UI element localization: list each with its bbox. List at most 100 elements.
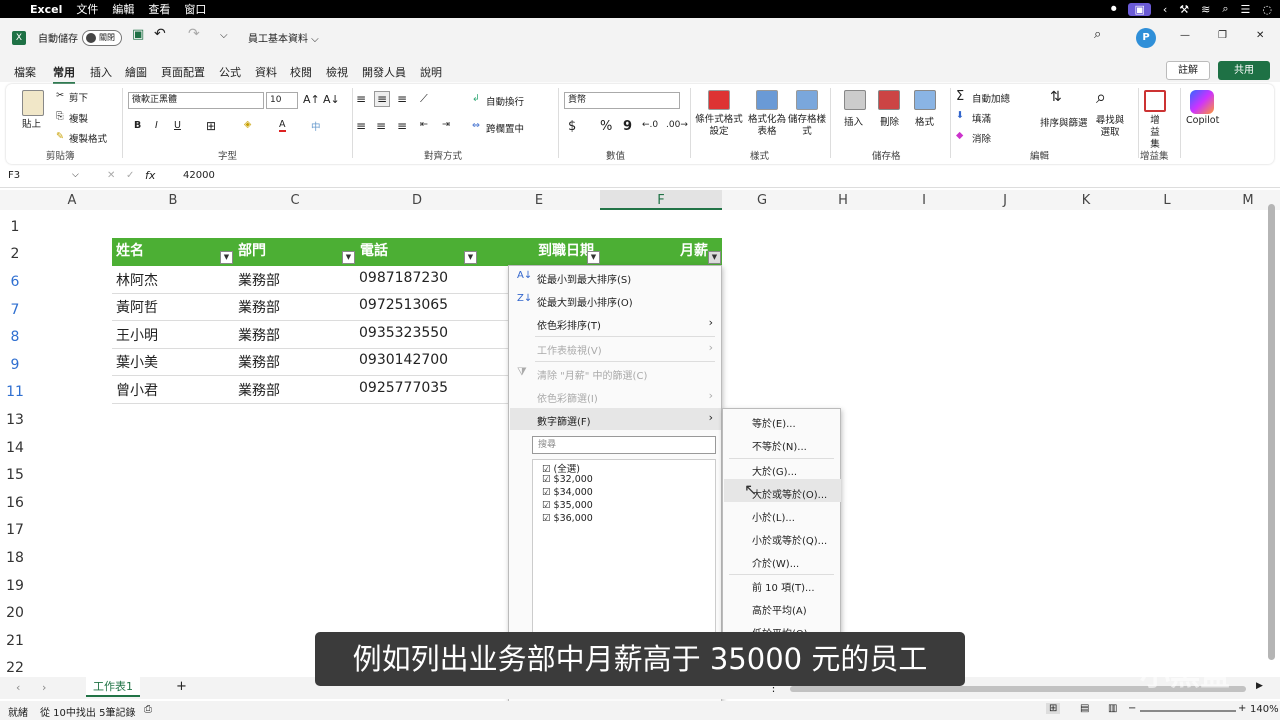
next-sheet-icon[interactable]: › <box>42 681 46 694</box>
wrap-text-icon[interactable]: ↲ <box>472 93 480 104</box>
clear-icon[interactable]: ◆ <box>956 130 963 141</box>
page-break-view-icon[interactable]: ▥ <box>1108 703 1117 714</box>
menu-file[interactable]: 文件 <box>76 1 98 17</box>
checkbox-value[interactable]: ☑ $32,000 <box>542 474 593 485</box>
tab-home[interactable]: 常用 <box>53 64 75 84</box>
column-header[interactable]: K <box>1046 193 1126 208</box>
tab-draw[interactable]: 繪圖 <box>125 64 147 80</box>
undo-icon[interactable]: ↶ <box>154 26 166 42</box>
copilot-button[interactable]: Copilot <box>1186 115 1219 126</box>
cell-styles-button[interactable]: 儲存格樣式 <box>788 114 826 138</box>
add-sheet-icon[interactable]: + <box>176 679 187 694</box>
grow-font-icon[interactable]: A↑ <box>303 93 320 106</box>
prev-sheet-icon[interactable]: ‹ <box>16 681 20 694</box>
zoom-out-icon[interactable]: − <box>1128 703 1136 714</box>
wifi-icon[interactable]: ≋ <box>1201 3 1210 16</box>
number-format-combo[interactable]: 貨幣 <box>564 92 680 109</box>
restore-icon[interactable]: ❐ <box>1218 30 1227 41</box>
addins-icon[interactable] <box>1144 90 1166 112</box>
table-cell[interactable]: 葉小美 <box>116 352 158 372</box>
formula-input[interactable]: 42000 <box>183 170 215 181</box>
font-name-combo[interactable]: 微軟正黑體 <box>128 92 264 109</box>
autosum-icon[interactable]: Σ <box>956 89 964 104</box>
filter-dropdown-salary[interactable]: ▼ <box>708 251 721 264</box>
name-box[interactable]: F3 <box>8 170 20 181</box>
shrink-font-icon[interactable]: A↓ <box>323 93 340 106</box>
row-header[interactable]: 11 <box>0 384 30 400</box>
conditional-format-button[interactable]: 條件式格式設定 <box>695 114 743 138</box>
scroll-right-icon[interactable]: ▶ <box>1256 681 1263 691</box>
filter-dropdown-date[interactable]: ▼ <box>587 251 600 264</box>
table-cell[interactable]: 0972513065 <box>359 297 448 313</box>
comments-button[interactable]: 註解 <box>1166 61 1210 80</box>
row-header[interactable]: 8 <box>0 329 30 345</box>
italic-icon[interactable]: I <box>155 120 158 131</box>
confirm-entry-icon[interactable]: ✓ <box>126 170 134 181</box>
fill-color-icon[interactable]: ◈ <box>244 119 251 130</box>
table-cell[interactable]: 0925777035 <box>359 380 448 396</box>
row-header[interactable]: 17 <box>0 522 30 538</box>
zoom-in-icon[interactable]: + <box>1238 703 1246 714</box>
format-cells-icon[interactable] <box>914 90 936 110</box>
conditional-format-icon[interactable] <box>708 90 730 110</box>
format-painter-button[interactable]: 複製格式 <box>69 131 107 145</box>
align-bottom-icon[interactable]: ≡ <box>397 92 407 106</box>
menu-edit[interactable]: 編輯 <box>112 1 134 17</box>
clear-filter-item[interactable]: 清除 "月薪" 中的篩選(C) <box>537 367 647 382</box>
minimize-icon[interactable]: — <box>1180 30 1190 41</box>
align-right-icon[interactable]: ≡ <box>397 119 407 133</box>
greater-or-equal-item[interactable]: 大於或等於(O)... <box>752 486 827 501</box>
cancel-entry-icon[interactable]: ✕ <box>107 170 115 181</box>
find-select-icon[interactable]: ⌕ <box>1096 87 1106 108</box>
autosum-button[interactable]: 自動加總 <box>972 91 1010 105</box>
fill-button[interactable]: 填滿 <box>972 111 991 125</box>
column-header[interactable]: I <box>884 193 964 208</box>
menu-view[interactable]: 查看 <box>148 1 170 17</box>
clear-button[interactable]: 消除 <box>972 131 991 145</box>
table-cell[interactable]: 業務部 <box>238 352 280 372</box>
checkbox-value[interactable]: ☑ $35,000 <box>542 500 593 511</box>
table-cell[interactable]: 林阿杰 <box>116 270 158 290</box>
align-left-icon[interactable]: ≡ <box>356 119 366 133</box>
underline-icon[interactable]: U <box>174 120 181 131</box>
checkbox-select-all[interactable]: ☑ (全選) <box>542 461 580 475</box>
table-cell[interactable]: 黃阿哲 <box>116 297 158 317</box>
greater-than-item[interactable]: 大於(G)... <box>752 463 797 478</box>
addins-button[interactable]: 增益集 <box>1148 115 1162 151</box>
font-size-combo[interactable]: 10 <box>266 92 298 109</box>
share-button[interactable]: 共用 <box>1218 61 1270 80</box>
screen-share-icon[interactable]: ▣ <box>1128 2 1151 16</box>
filter-search-input[interactable]: 搜尋 <box>532 436 716 454</box>
redo-icon[interactable]: ↷ <box>188 26 200 42</box>
table-cell[interactable]: 0987187230 <box>359 270 448 286</box>
table-cell[interactable]: 業務部 <box>238 325 280 345</box>
row-header[interactable]: 7 <box>0 302 30 318</box>
between-item[interactable]: 介於(W)... <box>752 555 799 570</box>
file-name[interactable]: 員工基本資料 ⌵ <box>248 30 319 45</box>
checkbox-value[interactable]: ☑ $34,000 <box>542 487 593 498</box>
table-cell[interactable]: 0930142700 <box>359 352 448 368</box>
tools-icon[interactable]: ⚒ <box>1179 3 1189 16</box>
sort-filter-button[interactable]: 排序與篩選 <box>1040 115 1088 129</box>
above-average-item[interactable]: 高於平均(A) <box>752 602 807 617</box>
phonetic-icon[interactable]: 中 <box>311 119 321 133</box>
row-header[interactable]: 20 <box>0 605 30 621</box>
row-header[interactable]: 2 <box>0 246 30 262</box>
row-header[interactable]: 18 <box>0 550 30 566</box>
borders-icon[interactable]: ⊞ <box>206 119 216 133</box>
wrap-text-button[interactable]: 自動換行 <box>486 94 524 108</box>
column-header[interactable]: B <box>112 193 234 208</box>
sheet-tab-1[interactable]: 工作表1 <box>86 677 140 697</box>
filter-by-color-item[interactable]: 依色彩篩選(I) <box>537 390 598 405</box>
page-layout-view-icon[interactable]: ▤ <box>1080 703 1089 714</box>
font-color-icon[interactable]: A <box>279 119 286 132</box>
not-equals-item[interactable]: 不等於(N)... <box>752 438 807 453</box>
insert-cells-button[interactable]: 插入 <box>844 114 863 128</box>
tab-formulas[interactable]: 公式 <box>219 64 241 80</box>
top-10-item[interactable]: 前 10 項(T)... <box>752 579 815 594</box>
percent-icon[interactable]: % <box>600 119 612 134</box>
paste-button[interactable]: 貼上 <box>22 116 41 130</box>
delete-cells-icon[interactable] <box>878 90 900 110</box>
filter-dropdown-phone[interactable]: ▼ <box>464 251 477 264</box>
format-as-table-icon[interactable] <box>756 90 778 110</box>
